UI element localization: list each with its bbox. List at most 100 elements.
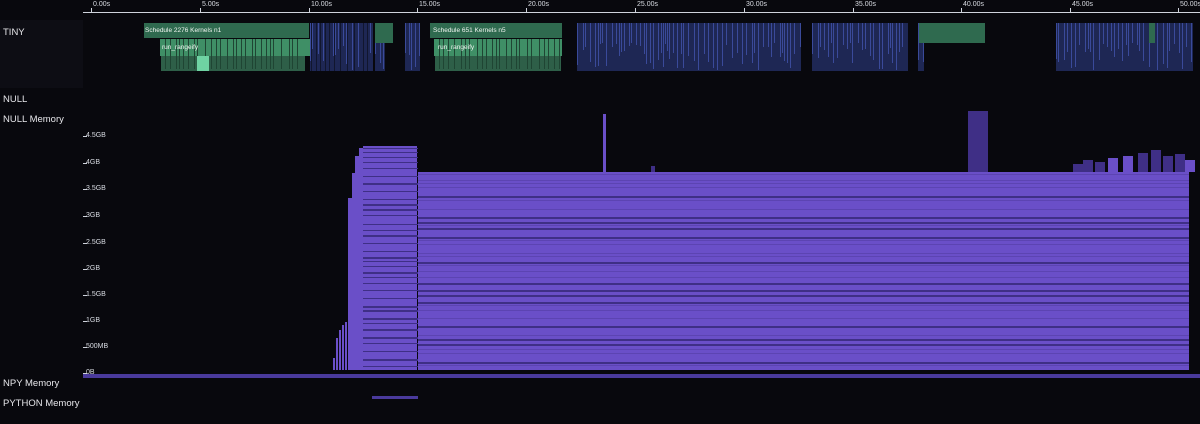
- memory-allocation: [1151, 150, 1161, 172]
- kernel-region[interactable]: [812, 23, 908, 71]
- ruler-tick: [961, 8, 962, 13]
- ruler-tick-label: 40.00s: [963, 1, 985, 8]
- memory-allocation: [1138, 153, 1148, 172]
- kernel-bar: [852, 23, 853, 63]
- kernel-subevent-bar[interactable]: [435, 56, 561, 71]
- kernel-bar: [837, 23, 838, 58]
- memory-buffer-stripe: [363, 310, 418, 312]
- kernel-bar: [858, 23, 859, 43]
- kernel-stripe: [482, 39, 483, 69]
- memory-axis-label: 500MB: [86, 343, 109, 350]
- kernel-bar: [683, 23, 684, 68]
- kernel-bar: [1056, 23, 1057, 59]
- memory-buffer-stripe: [363, 343, 418, 344]
- kernel-bar: [782, 23, 783, 53]
- memory-buffer-stripe: [418, 362, 1189, 364]
- kernel-stripe: [516, 39, 517, 69]
- memory-allocation: [1185, 160, 1195, 172]
- memory-allocation: [348, 198, 352, 370]
- memory-allocation: [333, 358, 335, 370]
- track-label-npy-memory[interactable]: NPY Memory: [3, 378, 59, 389]
- kernel-bar: [1111, 23, 1112, 51]
- kernel-bar: [862, 23, 863, 50]
- kernel-stripe: [220, 39, 221, 69]
- memory-buffer-stripe: [418, 353, 1189, 354]
- kernel-bar: [658, 23, 659, 60]
- kernel-bar: [794, 23, 795, 54]
- track-label-tiny[interactable]: TINY: [3, 27, 25, 38]
- kernel-bar: [333, 23, 334, 56]
- kernel-stripe: [531, 39, 532, 69]
- kernel-bar: [667, 23, 668, 51]
- time-ruler[interactable]: 0.00s 5.00s 10.00s 15.00s 20.00s 25.00s 30.00s…: [83, 0, 1200, 20]
- kernel-stripe: [211, 39, 212, 69]
- track-label-python-memory[interactable]: PYTHON Memory: [3, 398, 80, 409]
- npy-memory-strip[interactable]: [83, 374, 1200, 378]
- kernel-bar: [669, 23, 670, 59]
- kernel-bar: [629, 23, 630, 46]
- memory-buffer-stripe: [418, 174, 1189, 175]
- schedule-event-bar[interactable]: [1149, 23, 1155, 43]
- ruler-tick-label: 45.00s: [1072, 1, 1094, 8]
- kernel-stripe: [496, 39, 497, 69]
- kernel-stripe: [539, 39, 540, 69]
- memory-buffer-stripe: [363, 209, 418, 211]
- memory-buffer-stripe: [363, 257, 418, 259]
- memory-axis-label: 1.5GB: [86, 291, 106, 298]
- kernel-bar: [820, 23, 821, 47]
- kernel-region[interactable]: [405, 23, 420, 71]
- memory-axis-label: 4.5GB: [86, 132, 106, 139]
- null-memory-graph[interactable]: [83, 108, 1200, 408]
- kernel-bar: [726, 23, 727, 45]
- memory-buffer-stripe: [363, 318, 418, 320]
- memory-buffer-stripe: [418, 365, 1189, 366]
- memory-buffer-stripe: [418, 196, 1189, 198]
- memory-buffer-stripe: [363, 157, 418, 158]
- kernel-bar: [624, 23, 625, 51]
- tiny-flame-graph[interactable]: [83, 20, 1200, 88]
- schedule-event-bar[interactable]: [919, 23, 967, 43]
- gap-mark: [325, 23, 326, 71]
- kernel-stripe: [499, 39, 500, 69]
- track-sidebar: TINY NULL NULL Memory NPY Memory PYTHON …: [0, 0, 83, 424]
- kernel-stripe: [548, 39, 549, 69]
- track-label-null-memory[interactable]: NULL Memory: [3, 114, 64, 125]
- memory-buffer-stripe: [363, 351, 418, 352]
- kernel-bar: [631, 23, 632, 43]
- kernel-bar: [650, 23, 651, 63]
- kernel-bar: [621, 23, 622, 52]
- kernel-bar: [1174, 23, 1175, 44]
- memory-spike: [651, 166, 655, 172]
- memory-buffer-stripe: [418, 339, 1189, 341]
- memory-allocation: [345, 322, 347, 370]
- ruler-tick: [853, 8, 854, 13]
- kernel-stripe: [292, 39, 293, 69]
- memory-allocation: [1095, 162, 1105, 172]
- kernel-bar: [784, 23, 785, 61]
- memory-allocation: [1083, 160, 1093, 172]
- kernel-bar: [419, 23, 420, 56]
- kernel-bar: [873, 23, 874, 60]
- kernel-stripe: [266, 39, 267, 69]
- memory-axis-label: 1GB: [86, 317, 101, 324]
- kernel-bar: [892, 23, 893, 63]
- memory-buffer-stripe: [418, 240, 1189, 241]
- kernel-bar: [616, 23, 617, 44]
- track-label-null[interactable]: NULL: [3, 94, 27, 105]
- kernel-bar: [732, 23, 733, 58]
- kernel-bar: [754, 23, 755, 53]
- kernel-bar: [1071, 23, 1072, 68]
- kernel-bar: [896, 23, 897, 70]
- python-memory-bar[interactable]: [372, 396, 418, 399]
- schedule-event-bar[interactable]: [967, 23, 985, 43]
- memory-buffer-stripe: [418, 318, 1189, 319]
- kernel-bar: [865, 23, 866, 49]
- kernel-stripe: [486, 39, 487, 69]
- schedule-event-bar[interactable]: [375, 23, 393, 43]
- kernel-bar: [1169, 23, 1170, 51]
- memory-buffer-stripe: [363, 366, 418, 367]
- kernel-bar: [370, 23, 371, 53]
- kernel-bar: [640, 23, 641, 46]
- memory-spike[interactable]: [603, 114, 606, 172]
- memory-spike[interactable]: [968, 111, 988, 172]
